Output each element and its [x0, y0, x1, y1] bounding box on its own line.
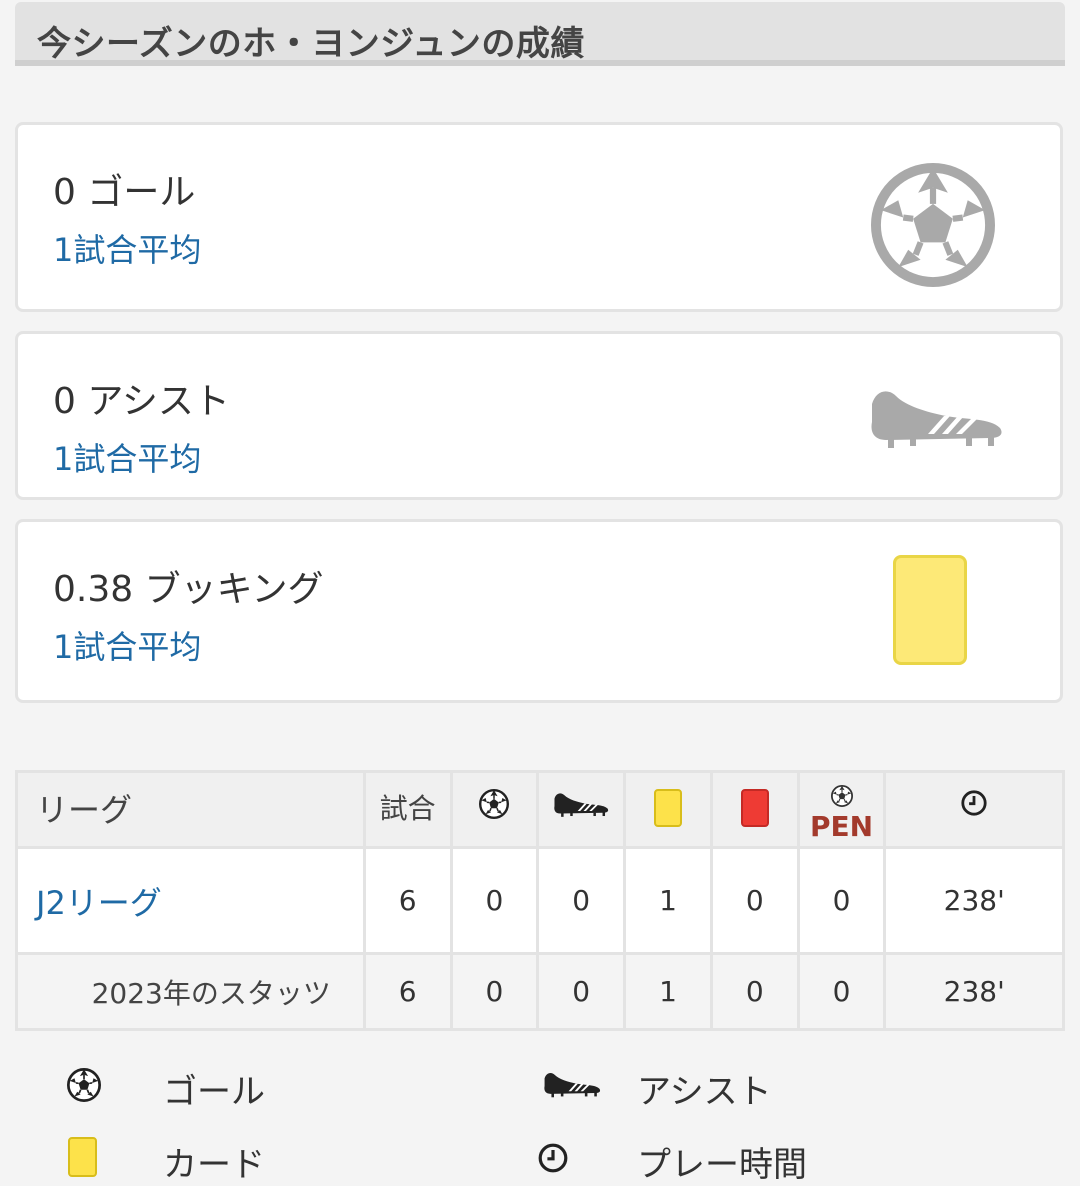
red-card-column-header: [709, 770, 800, 849]
assists-cell: 0: [536, 846, 627, 955]
games-cell: 6: [362, 952, 453, 1031]
penalty-goals-cell: 0: [796, 846, 887, 955]
legend-time-label: プレー時間: [637, 1145, 807, 1185]
yellow-cards-cell: 1: [623, 952, 713, 1031]
assists-per-game-link[interactable]: 1試合平均: [53, 434, 201, 480]
goals-cell: 0: [449, 952, 540, 1031]
soccer-ball-icon: [479, 789, 509, 819]
goals-value: 0 ゴール: [53, 172, 196, 213]
games-column-header: 試合: [362, 770, 453, 849]
yellow-cards-cell: 1: [623, 846, 713, 955]
soccer-ball-icon: [67, 1068, 101, 1102]
penalty-column-header: PEN: [796, 770, 887, 849]
legend-goal-label: ゴール: [163, 1072, 265, 1112]
red-cards-cell: 0: [709, 846, 800, 955]
league-column-header: リーグ: [15, 770, 366, 849]
penalty-goals-cell: 0: [796, 952, 887, 1031]
goals-cell: 0: [449, 846, 540, 955]
minutes-column-header: [883, 770, 1065, 849]
red-card-icon: [740, 789, 769, 827]
legend-assist-label: アシスト: [637, 1072, 772, 1112]
assists-value: 0 アシスト: [53, 381, 230, 422]
table-row: J2リーグ 6 0 0 1 0 0 238': [15, 846, 1065, 955]
legend-card-label: カード: [163, 1145, 265, 1185]
yellow-card-icon: [68, 1137, 97, 1177]
games-cell: 6: [362, 846, 453, 955]
boot-icon: [866, 382, 1006, 452]
league-link[interactable]: J2リーグ: [15, 846, 366, 955]
goals-column-header: [449, 770, 540, 849]
red-cards-cell: 0: [709, 952, 800, 1031]
yellow-card-icon: [893, 555, 967, 665]
yellow-card-column-header: [623, 770, 713, 849]
section-header: 今シーズンのホ・ヨンジュンの成績: [15, 2, 1065, 66]
season-total-label: 2023年のスタッツ: [15, 952, 366, 1031]
soccer-ball-icon: [871, 163, 995, 287]
assists-column-header: [536, 770, 627, 849]
goals-card: 0 ゴール 1試合平均: [15, 122, 1063, 312]
soccer-ball-icon: [831, 785, 853, 807]
minutes-cell: 238': [883, 952, 1065, 1031]
minutes-cell: 238': [883, 846, 1065, 955]
bookings-value: 0.38 ブッキング: [53, 569, 324, 610]
pen-label: PEN: [809, 810, 874, 843]
goals-per-game-link[interactable]: 1試合平均: [53, 225, 201, 271]
page-title: 今シーズンのホ・ヨンジュンの成績: [37, 24, 585, 64]
clock-icon: [537, 1142, 569, 1174]
boot-icon: [542, 1068, 602, 1100]
table-header-row: リーグ 試合 PEN: [15, 770, 1065, 849]
bookings-card: 0.38 ブッキング 1試合平均: [15, 519, 1063, 703]
table-row: 2023年のスタッツ 6 0 0 1 0 0 238': [15, 952, 1065, 1031]
clock-icon: [960, 789, 988, 817]
bookings-per-game-link[interactable]: 1試合平均: [53, 622, 201, 668]
stats-table: リーグ 試合 PEN J2リーグ 6 0 0 1 0 0 238' 2023年の: [15, 770, 1065, 1031]
yellow-card-icon: [654, 789, 683, 827]
assists-card: 0 アシスト 1試合平均: [15, 331, 1063, 500]
boot-icon: [552, 789, 610, 819]
assists-cell: 0: [536, 952, 627, 1031]
